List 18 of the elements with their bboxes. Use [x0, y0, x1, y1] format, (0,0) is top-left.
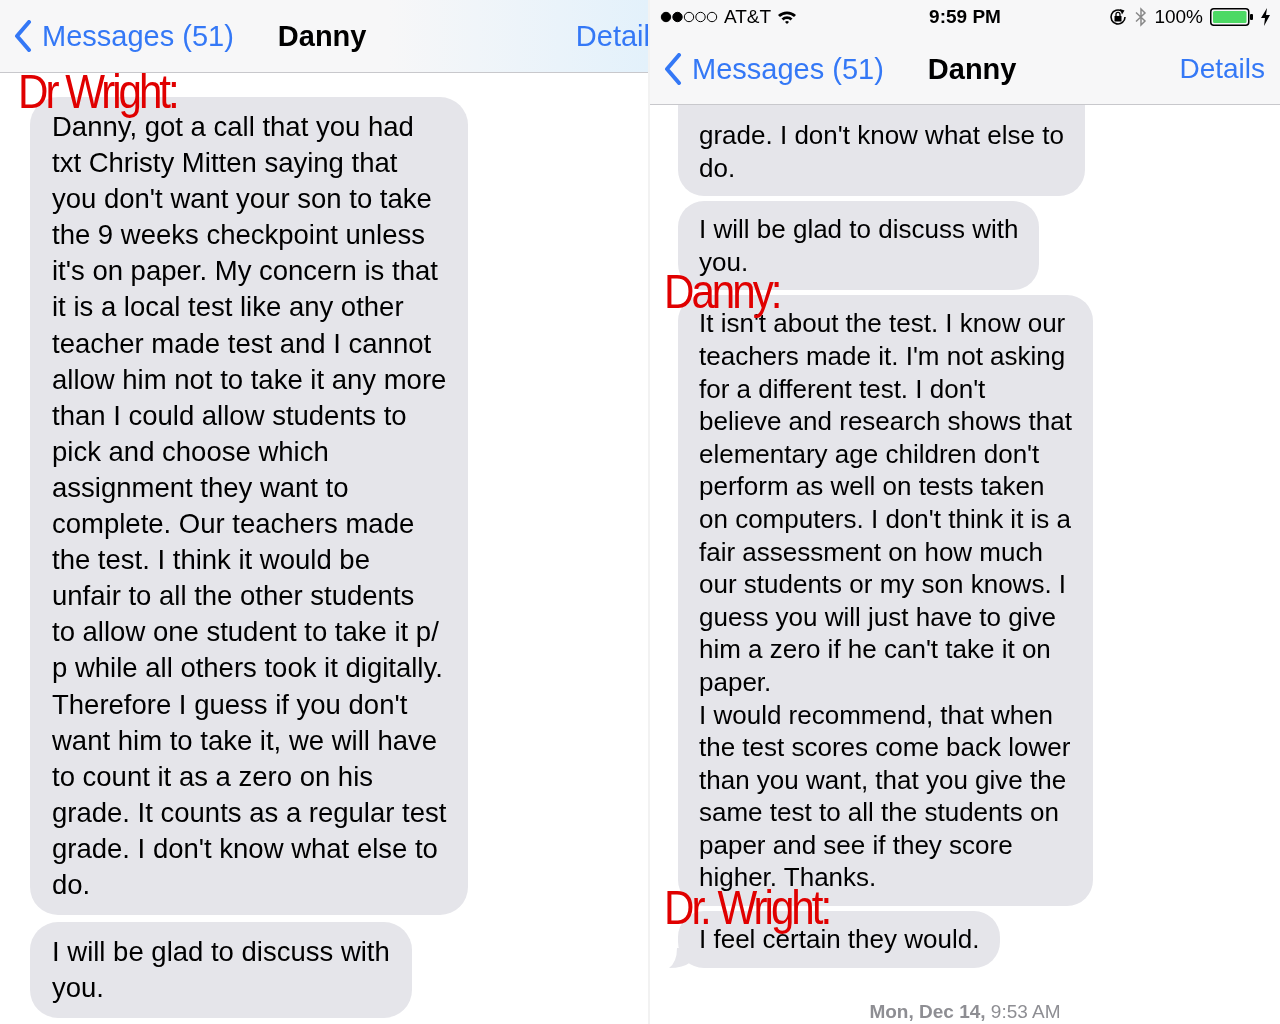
rotation-lock-icon	[1108, 7, 1129, 27]
wifi-icon	[777, 9, 798, 25]
conversation-title: Danny	[277, 19, 367, 53]
carrier-name: AT&T	[724, 6, 772, 28]
message-bubble: I will be glad to discuss with you.	[30, 922, 412, 1019]
battery-percentage: 100%	[1154, 6, 1203, 28]
back-chevron-icon	[664, 53, 682, 85]
bluetooth-icon	[1135, 7, 1148, 27]
message-bubble: grade. I don't know what else to do.	[678, 105, 1085, 197]
details-link[interactable]: Details	[1179, 53, 1265, 85]
message-timestamp: Mon, Dec 14, 9:53 AM	[869, 1000, 1061, 1023]
signal-icon	[660, 11, 718, 23]
back-chevron-icon	[14, 20, 32, 52]
details-link[interactable]: Detail	[575, 19, 648, 53]
clock-time: 9:59 PM	[929, 6, 1001, 28]
battery-icon	[1210, 8, 1254, 26]
conversation-title: Danny	[927, 52, 1017, 86]
charging-bolt-icon	[1261, 8, 1270, 26]
